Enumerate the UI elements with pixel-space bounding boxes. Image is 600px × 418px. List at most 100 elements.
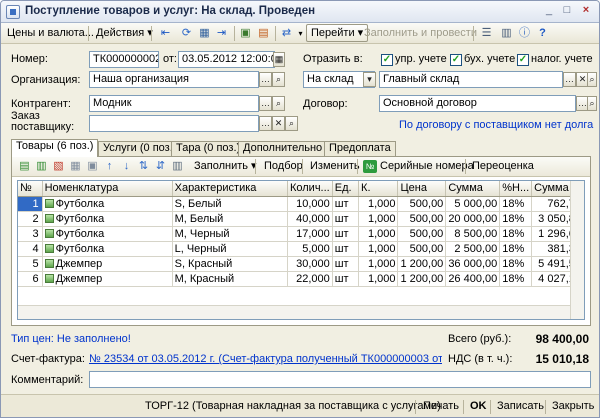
- comment-field[interactable]: [89, 371, 591, 388]
- sum-cell[interactable]: 20 000,00: [445, 211, 501, 227]
- list-icon[interactable]: ☰: [479, 26, 494, 41]
- search-icon[interactable]: ⌕: [587, 72, 597, 87]
- sum-cell[interactable]: 5 000,00: [445, 196, 501, 212]
- back-arrow-icon[interactable]: ⇤: [158, 26, 173, 41]
- table-row[interactable]: 2 Футболка M, Белый 40,000 шт 1,000 500,00 20 0…: [18, 211, 584, 227]
- change-button[interactable]: Изменить: [306, 158, 364, 175]
- characteristic-cell[interactable]: M, Белый: [172, 211, 288, 227]
- vat-rate-cell[interactable]: 18%: [499, 256, 533, 272]
- vat-rate-cell[interactable]: 18%: [499, 196, 533, 212]
- save-button[interactable]: Записать: [493, 399, 548, 416]
- quantity-cell[interactable]: 30,000: [287, 256, 333, 272]
- supplier-order-field[interactable]: [89, 115, 259, 132]
- vat-rate-cell[interactable]: 18%: [499, 271, 533, 287]
- price-cell[interactable]: 500,00: [397, 211, 447, 227]
- sum-cell[interactable]: 26 400,00: [445, 271, 501, 287]
- contractor-field[interactable]: Модник: [89, 95, 259, 112]
- number-field[interactable]: ТК000000002: [89, 51, 159, 68]
- select-button[interactable]: …: [259, 96, 272, 111]
- price-cell[interactable]: 500,00: [397, 241, 447, 257]
- revaluation-button[interactable]: Переоценка: [468, 158, 538, 175]
- vat-rate-cell[interactable]: 18%: [499, 241, 533, 257]
- coefficient-cell[interactable]: 1,000: [358, 256, 399, 272]
- select-button[interactable]: …: [563, 72, 576, 87]
- table-row[interactable]: 6 Джемпер M, Красный 22,000 шт 1,000 1 200,00 2…: [18, 271, 584, 287]
- unit-cell[interactable]: шт: [332, 196, 360, 212]
- sum-cell[interactable]: 8 500,00: [445, 226, 501, 242]
- table-row[interactable]: 1 Футболка S, Белый 10,000 шт 1,000 500,00 5 00…: [18, 196, 584, 212]
- search-icon[interactable]: ⌕: [587, 96, 597, 111]
- search-icon[interactable]: ⌕: [272, 72, 285, 87]
- move-down-icon[interactable]: ↓: [119, 159, 134, 174]
- table-row[interactable]: 4 Футболка L, Черный 5,000 шт 1,000 500,00 2 50…: [18, 241, 584, 257]
- sort-asc-icon[interactable]: ⇅: [136, 159, 151, 174]
- post-document-icon[interactable]: ▣: [238, 26, 253, 41]
- column-header[interactable]: Характеристика: [172, 181, 288, 197]
- organization-field[interactable]: Наша организация: [89, 71, 259, 88]
- sum-cell[interactable]: 36 000,00: [445, 256, 501, 272]
- serial-numbers-icon[interactable]: №: [363, 160, 377, 173]
- tab-containers[interactable]: Тара (0 поз.): [171, 141, 246, 156]
- barcode-icon[interactable]: ▥: [170, 159, 185, 174]
- column-header[interactable]: Сумма: [445, 181, 501, 197]
- grid-view-icon[interactable]: ▦: [197, 26, 212, 41]
- mgmt-accounting-checkbox[interactable]: ✓: [381, 54, 393, 66]
- vat-rate-cell[interactable]: 18%: [499, 226, 533, 242]
- row-number[interactable]: 3: [18, 226, 43, 242]
- quantity-cell[interactable]: 17,000: [287, 226, 333, 242]
- quantity-cell[interactable]: 5,000: [287, 241, 333, 257]
- delete-row-icon[interactable]: ▧: [51, 159, 66, 174]
- unpost-document-icon[interactable]: ▤: [256, 26, 271, 41]
- column-header[interactable]: %Н...: [499, 181, 533, 197]
- copy-row-icon[interactable]: ▥: [34, 159, 49, 174]
- sum-cell[interactable]: 2 500,00: [445, 241, 501, 257]
- column-header[interactable]: №: [18, 181, 43, 197]
- close-window-button[interactable]: ×: [578, 4, 594, 19]
- structure-icon[interactable]: ⇄: [279, 26, 294, 41]
- column-header[interactable]: К.: [358, 181, 399, 197]
- coefficient-cell[interactable]: 1,000: [358, 226, 399, 242]
- help-icon[interactable]: ?: [535, 26, 550, 41]
- refresh-icon[interactable]: ⟳: [179, 26, 194, 41]
- table-row[interactable]: 5 Джемпер S, Красный 30,000 шт 1,000 1 200,00 3…: [18, 256, 584, 272]
- fill-and-post-button[interactable]: Заполнить и провести: [360, 25, 481, 42]
- item-cell[interactable]: Футболка: [42, 196, 173, 212]
- price-cell[interactable]: 500,00: [397, 226, 447, 242]
- search-icon[interactable]: ⌕: [285, 116, 298, 131]
- bookkeeping-checkbox[interactable]: ✓: [450, 54, 462, 66]
- horizontal-scrollbar[interactable]: [18, 305, 570, 319]
- serial-numbers-button[interactable]: Серийные номера: [376, 158, 478, 175]
- price-cell[interactable]: 1 200,00: [397, 271, 447, 287]
- move-up-icon[interactable]: ↑: [102, 159, 117, 174]
- row-number[interactable]: 2: [18, 211, 43, 227]
- maximize-button[interactable]: □: [559, 4, 575, 19]
- warehouse-field[interactable]: Главный склад: [379, 71, 563, 88]
- price-cell[interactable]: 1 200,00: [397, 256, 447, 272]
- price-type-link[interactable]: Тип цен: Не заполнено!: [11, 333, 131, 345]
- prices-currency-button[interactable]: Цены и валюта...: [3, 25, 98, 42]
- add-row-icon[interactable]: ▤: [17, 159, 32, 174]
- goods-table[interactable]: № Номенклатура Характеристика Колич... Е…: [17, 180, 585, 320]
- characteristic-cell[interactable]: S, Красный: [172, 256, 288, 272]
- tab-goods[interactable]: Товары (6 поз.): [11, 139, 99, 157]
- goto-menu[interactable]: Перейти ▾: [306, 24, 369, 42]
- price-cell[interactable]: 500,00: [397, 196, 447, 212]
- contract-debt-link[interactable]: По договору с поставщиком нет долга: [399, 119, 593, 131]
- minimize-button[interactable]: _: [541, 4, 557, 19]
- chevron-down-icon[interactable]: ▾: [363, 72, 376, 87]
- column-header[interactable]: Номенклатура: [42, 181, 173, 197]
- coefficient-cell[interactable]: 1,000: [358, 271, 399, 287]
- item-cell[interactable]: Футболка: [42, 241, 173, 257]
- torg12-print-button[interactable]: ТОРГ-12 (Товарная накладная за поставщик…: [141, 399, 445, 416]
- characteristic-cell[interactable]: S, Белый: [172, 196, 288, 212]
- coefficient-cell[interactable]: 1,000: [358, 211, 399, 227]
- print-button[interactable]: Печать: [419, 399, 463, 416]
- tax-accounting-checkbox[interactable]: ✓: [517, 54, 529, 66]
- unit-cell[interactable]: шт: [332, 256, 360, 272]
- unit-cell[interactable]: шт: [332, 226, 360, 242]
- column-header[interactable]: Колич...: [287, 181, 333, 197]
- select-button[interactable]: …: [259, 116, 272, 131]
- quantity-cell[interactable]: 22,000: [287, 271, 333, 287]
- unit-cell[interactable]: шт: [332, 211, 360, 227]
- tab-services[interactable]: Услуги (0 поз.): [98, 141, 182, 156]
